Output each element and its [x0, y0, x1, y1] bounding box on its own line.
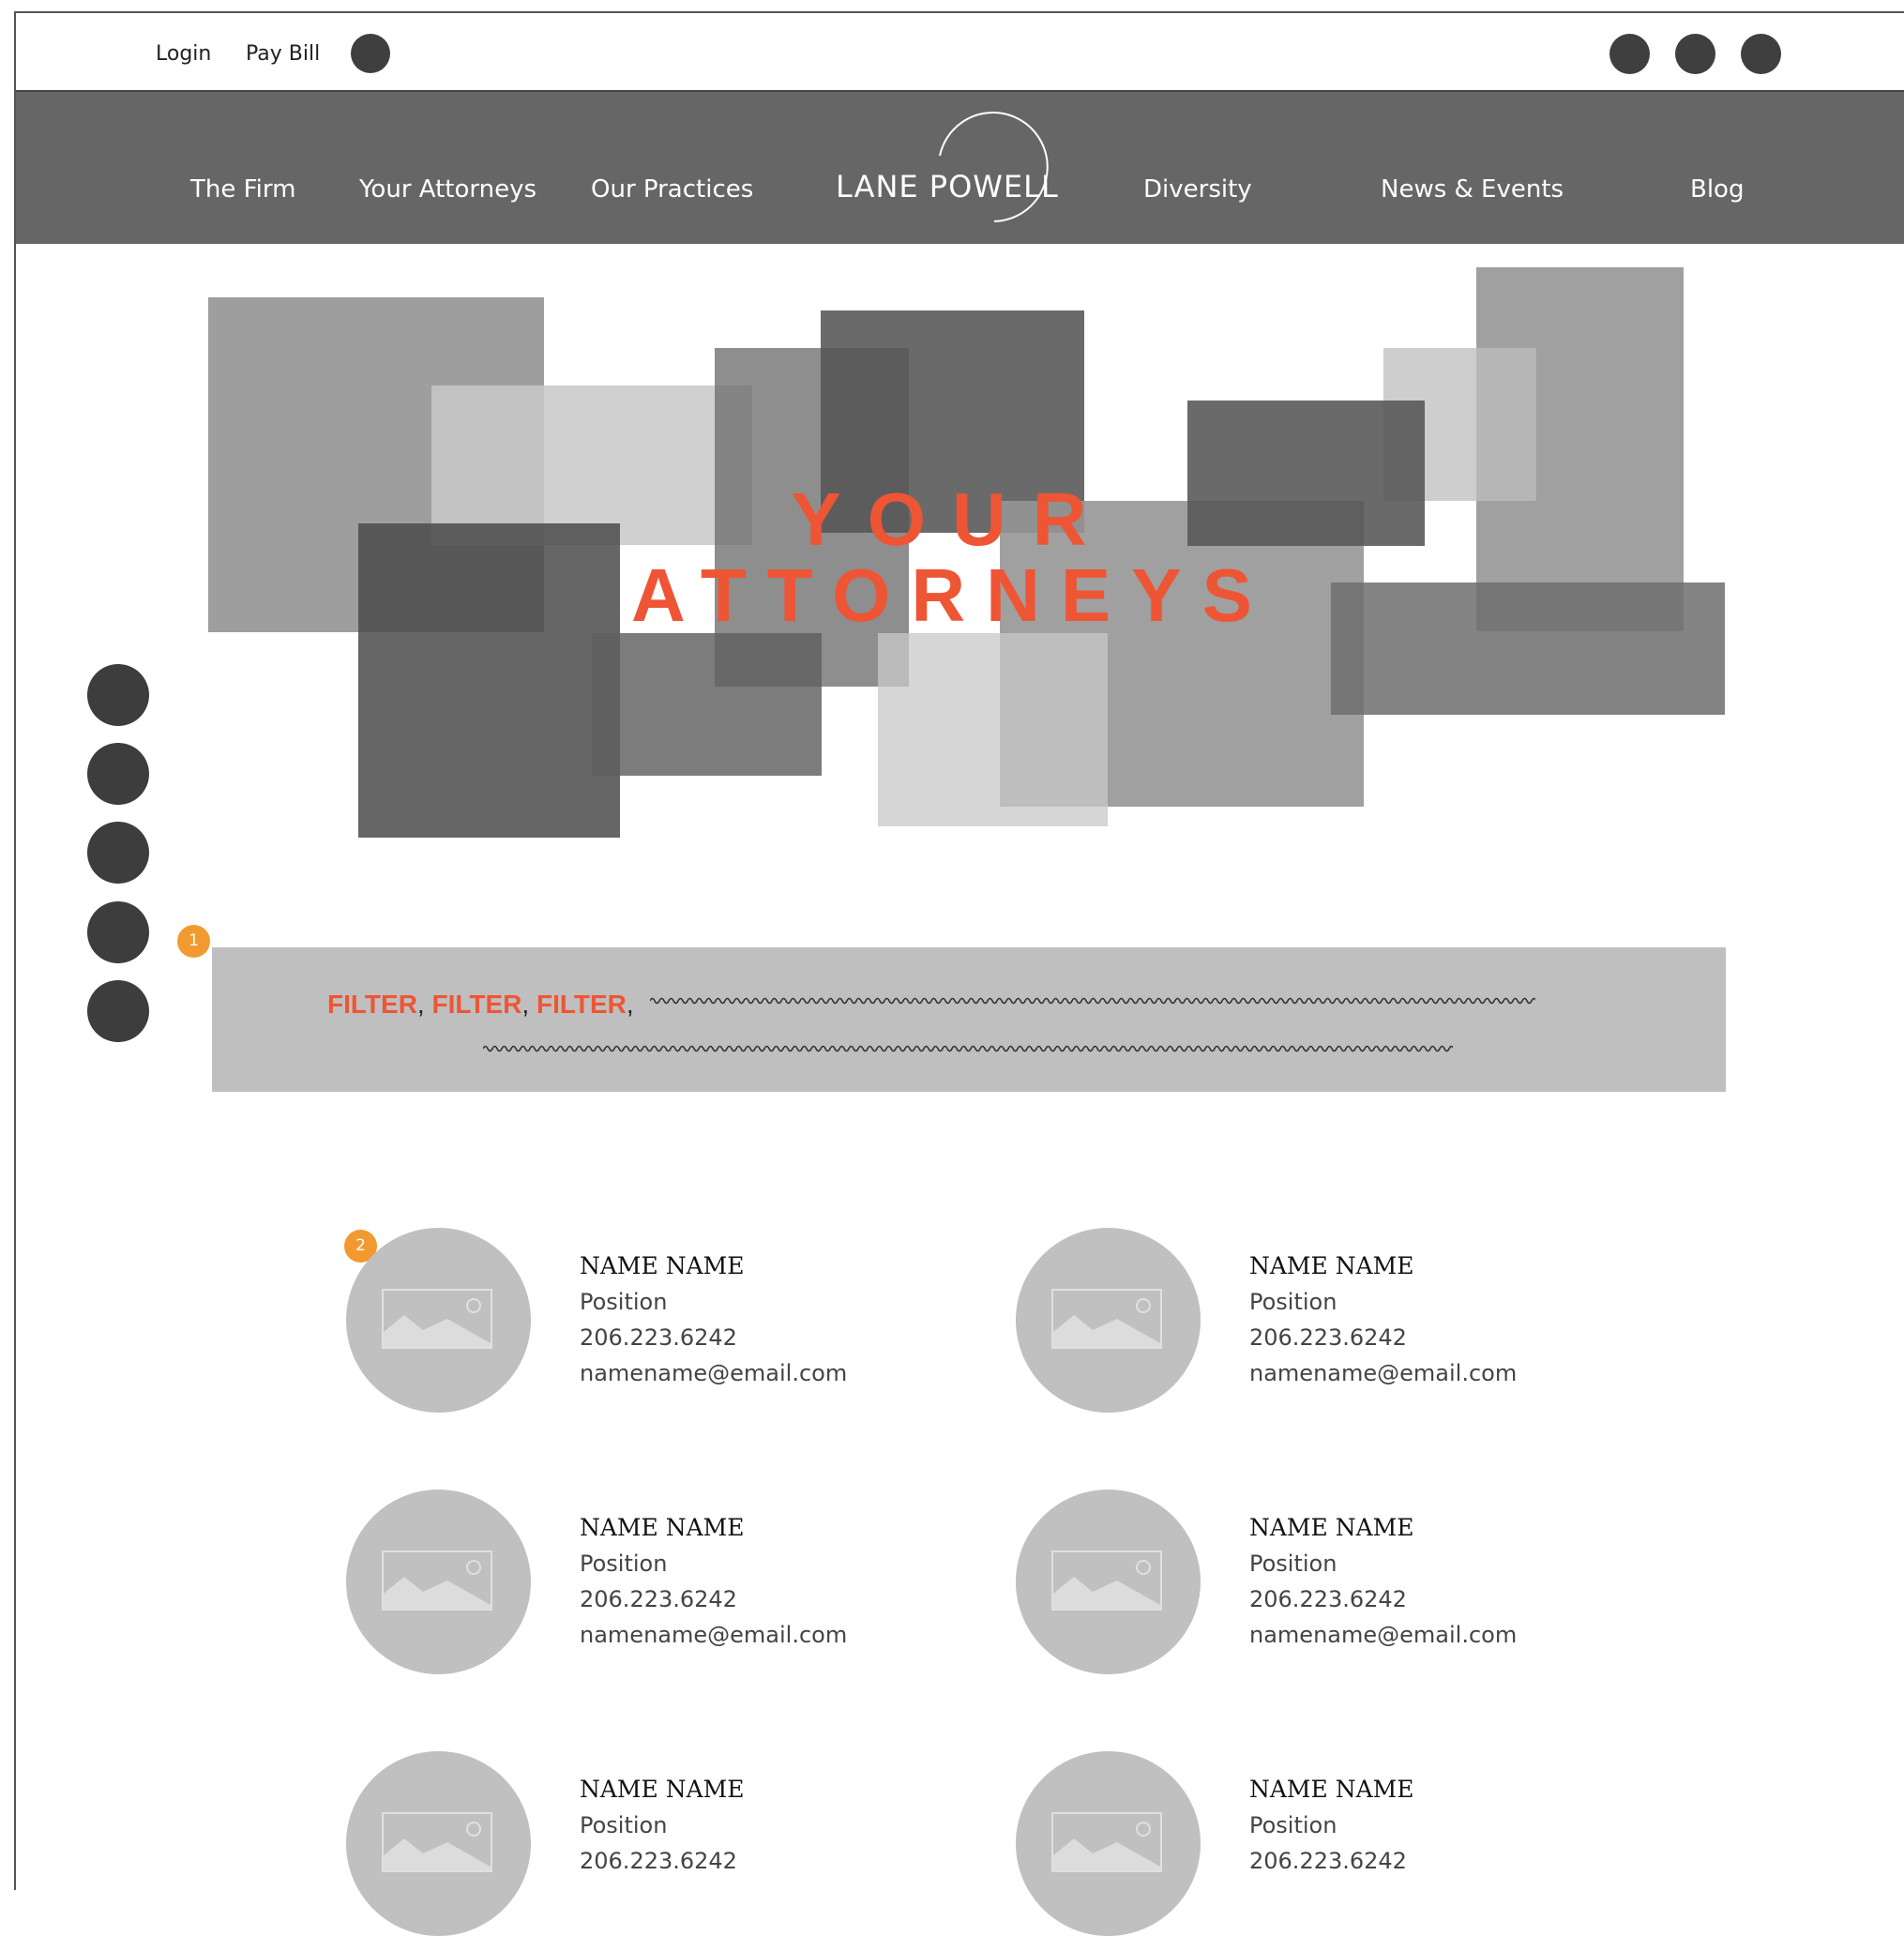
- side-nav-dot-5[interactable]: [87, 980, 149, 1042]
- attorney-photo[interactable]: [1016, 1228, 1201, 1413]
- attorney-email[interactable]: namename@email.com: [580, 1622, 847, 1648]
- social-icon-2[interactable]: [1675, 34, 1715, 74]
- attorney-email[interactable]: namename@email.com: [1249, 1360, 1517, 1386]
- image-placeholder-icon: [382, 1812, 492, 1872]
- attorney-photo[interactable]: [346, 1490, 531, 1674]
- attorney-photo[interactable]: [1016, 1751, 1201, 1936]
- hero-title-line-1: YOUR: [791, 477, 1113, 561]
- filter-separator: ,: [626, 990, 634, 1019]
- attorney-name[interactable]: NAME NAME: [1249, 1252, 1414, 1279]
- attorney-phone[interactable]: 206.223.6242: [580, 1848, 737, 1874]
- filter-option-1[interactable]: FILTER: [327, 990, 417, 1019]
- attorney-name[interactable]: NAME NAME: [580, 1514, 745, 1541]
- social-icon-1[interactable]: [1609, 34, 1650, 74]
- logo-arc-icon: [939, 112, 1049, 222]
- attorney-phone[interactable]: 206.223.6242: [1249, 1586, 1407, 1612]
- nav-item-our-practices[interactable]: Our Practices: [591, 175, 753, 204]
- attorney-photo[interactable]: [346, 1751, 531, 1936]
- filter-separator: ,: [521, 990, 530, 1019]
- filter-list: FILTER, FILTER, FILTER,: [327, 990, 634, 1020]
- filter-bar: [212, 947, 1726, 1092]
- side-nav-dot-4[interactable]: [87, 901, 149, 963]
- attorney-phone[interactable]: 206.223.6242: [580, 1324, 737, 1351]
- attorney-email[interactable]: namename@email.com: [1249, 1622, 1517, 1648]
- attorney-name[interactable]: NAME NAME: [580, 1776, 745, 1803]
- attorney-position: Position: [580, 1289, 668, 1315]
- attorney-email[interactable]: namename@email.com: [580, 1360, 847, 1386]
- attorney-position: Position: [580, 1812, 668, 1838]
- attorney-name[interactable]: NAME NAME: [580, 1252, 745, 1279]
- attorney-name[interactable]: NAME NAME: [1249, 1514, 1414, 1541]
- filter-option-2[interactable]: FILTER: [431, 990, 521, 1019]
- filter-option-3[interactable]: FILTER: [536, 990, 627, 1019]
- placeholder-text-line-2: [483, 1045, 1453, 1052]
- attorney-position: Position: [1249, 1812, 1337, 1838]
- attorney-name[interactable]: NAME NAME: [1249, 1776, 1414, 1803]
- pay-bill-link[interactable]: Pay Bill: [246, 42, 320, 66]
- nav-item-your-attorneys[interactable]: Your Attorneys: [359, 175, 536, 204]
- attorney-photo[interactable]: [1016, 1490, 1201, 1674]
- image-placeholder-icon: [1051, 1289, 1162, 1349]
- attorney-phone[interactable]: 206.223.6242: [1249, 1324, 1407, 1351]
- filter-separator: ,: [416, 990, 425, 1019]
- image-placeholder-icon: [382, 1550, 492, 1611]
- login-link[interactable]: Login: [156, 42, 211, 66]
- annotation-marker-1: 1: [177, 925, 210, 958]
- attorney-phone[interactable]: 206.223.6242: [1249, 1848, 1407, 1874]
- attorney-position: Position: [1249, 1289, 1337, 1315]
- nav-item-diversity[interactable]: Diversity: [1143, 175, 1252, 204]
- image-placeholder-icon: [1051, 1812, 1162, 1872]
- attorney-photo[interactable]: [346, 1228, 531, 1413]
- nav-item-the-firm[interactable]: The Firm: [190, 175, 295, 204]
- nav-item-blog[interactable]: Blog: [1690, 175, 1744, 204]
- side-nav-dot-1[interactable]: [87, 664, 149, 726]
- placeholder-text-line-1: [650, 997, 1535, 1005]
- image-placeholder-icon: [1051, 1550, 1162, 1611]
- hero-title-line-2: ATTORNEYS: [631, 553, 1273, 637]
- social-icon-3[interactable]: [1741, 34, 1781, 74]
- nav-item-news-events[interactable]: News & Events: [1381, 175, 1564, 204]
- side-nav-dot-3[interactable]: [87, 822, 149, 884]
- hero-block: [592, 633, 822, 776]
- side-nav-dot-2[interactable]: [87, 743, 149, 805]
- attorney-position: Position: [1249, 1550, 1337, 1577]
- attorney-phone[interactable]: 206.223.6242: [580, 1586, 737, 1612]
- search-icon[interactable]: [351, 34, 390, 73]
- attorney-position: Position: [580, 1550, 668, 1577]
- hero-block: [878, 633, 1108, 826]
- image-placeholder-icon: [382, 1289, 492, 1349]
